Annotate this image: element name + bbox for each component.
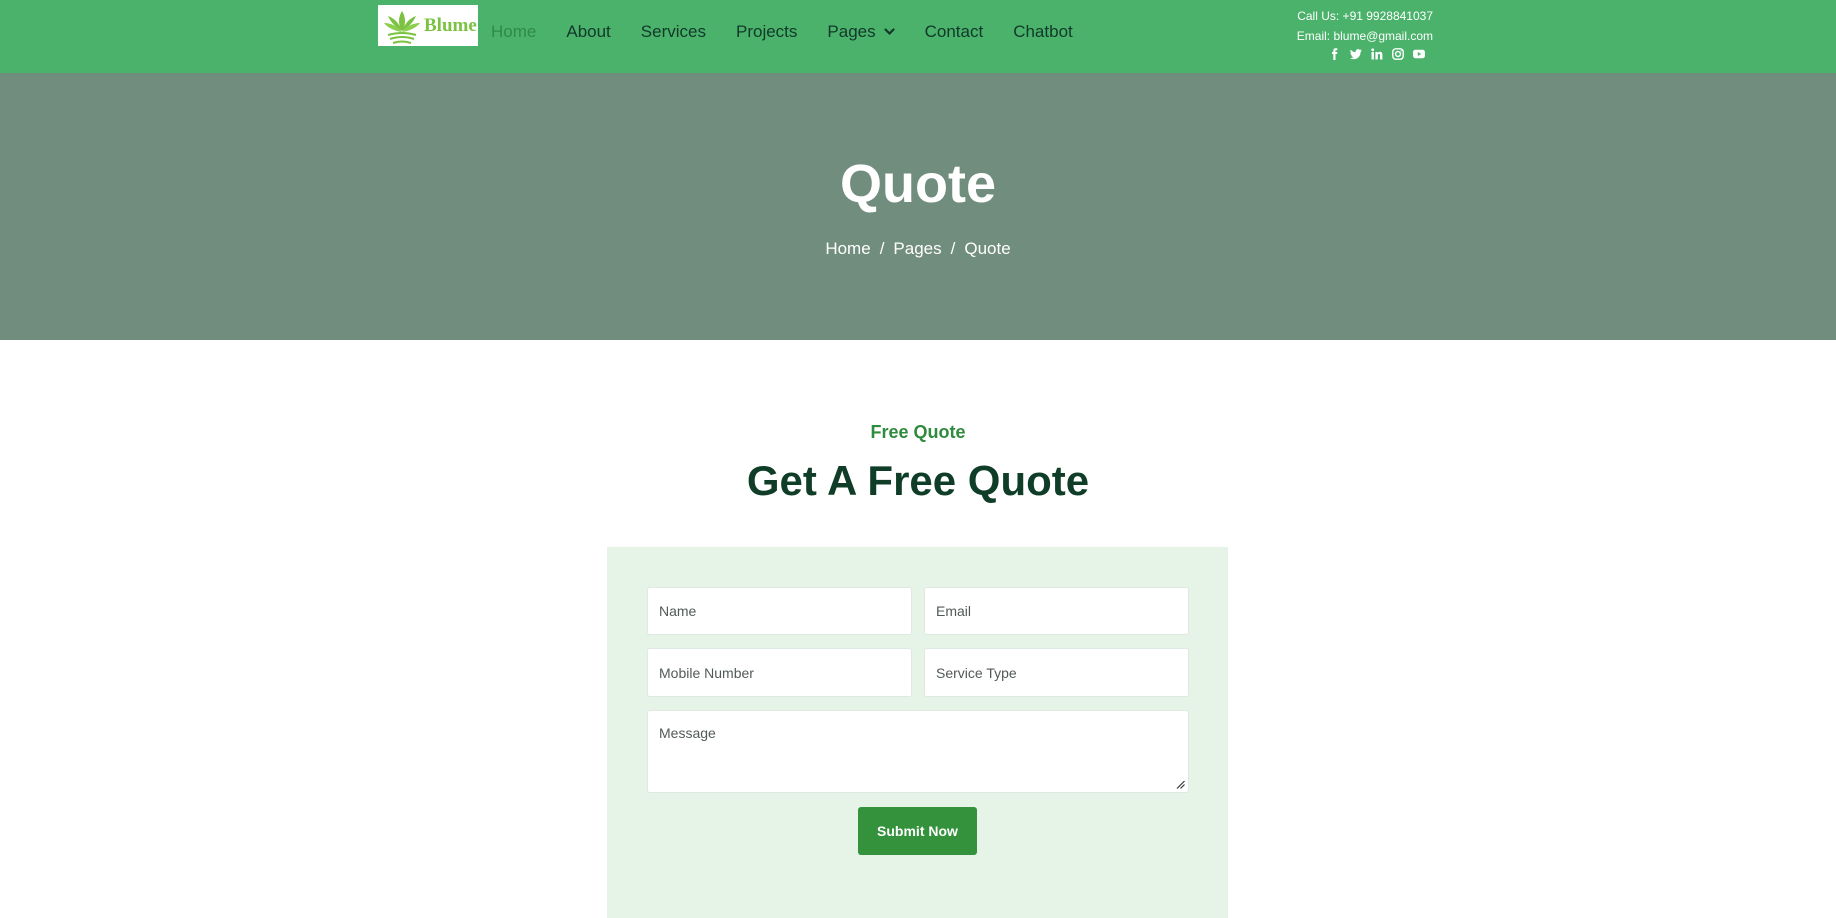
instagram-icon[interactable] (1391, 47, 1404, 60)
email-text: Email: blume@gmail.com (1296, 29, 1433, 43)
nav-item-services[interactable]: Services (641, 22, 706, 42)
top-navbar: Blume Home About Services Projects Pages… (0, 0, 1836, 73)
service-type-field[interactable]: Service Type (924, 648, 1189, 697)
nav-item-projects[interactable]: Projects (736, 22, 797, 42)
nav-item-pages[interactable]: Pages (827, 22, 895, 42)
page-title: Quote (840, 154, 996, 214)
social-links (1297, 47, 1433, 60)
resize-handle-icon[interactable] (1176, 780, 1185, 789)
contact-info: Call Us: +91 9928841037 Email: blume@gma… (1297, 6, 1433, 60)
youtube-icon[interactable] (1412, 47, 1425, 60)
section-title: Get A Free Quote (746, 457, 1090, 504)
lotus-logo-icon (384, 10, 420, 44)
call-us-text: Call Us: +91 9928841037 (1297, 9, 1433, 23)
nav-item-chatbot[interactable]: Chatbot (1013, 22, 1073, 42)
breadcrumb: Home / Pages / Quote (0, 239, 1836, 259)
breadcrumb-separator: / (879, 239, 885, 258)
main-nav: Home About Services Projects Pages Conta… (491, 22, 1103, 42)
message-placeholder: Message (659, 725, 716, 741)
facebook-icon[interactable] (1328, 47, 1341, 60)
logo-text: Blume (424, 14, 477, 36)
breadcrumb-separator: / (950, 239, 956, 258)
breadcrumb-current: Quote (964, 239, 1011, 258)
email-field[interactable]: Email (924, 587, 1189, 635)
quote-form: Name Email Mobile Number Service Type Me… (607, 547, 1228, 918)
message-textarea[interactable]: Message (647, 710, 1189, 793)
breadcrumb-home[interactable]: Home (825, 239, 870, 259)
section-eyebrow: Free Quote (870, 422, 966, 442)
page-hero: Quote Home / Pages / Quote (0, 73, 1836, 340)
twitter-icon[interactable] (1349, 47, 1362, 60)
name-field[interactable]: Name (647, 587, 912, 635)
mobile-number-field[interactable]: Mobile Number (647, 648, 912, 697)
nav-item-home[interactable]: Home (491, 22, 536, 42)
nav-item-pages-label: Pages (827, 22, 876, 41)
submit-now-button[interactable]: Submit Now (858, 807, 977, 855)
linkedin-icon[interactable] (1370, 47, 1383, 60)
nav-item-about[interactable]: About (566, 22, 610, 42)
nav-item-contact[interactable]: Contact (925, 22, 984, 42)
chevron-down-icon (884, 28, 895, 36)
breadcrumb-pages[interactable]: Pages (893, 239, 941, 259)
brand-logo[interactable]: Blume (378, 5, 478, 46)
